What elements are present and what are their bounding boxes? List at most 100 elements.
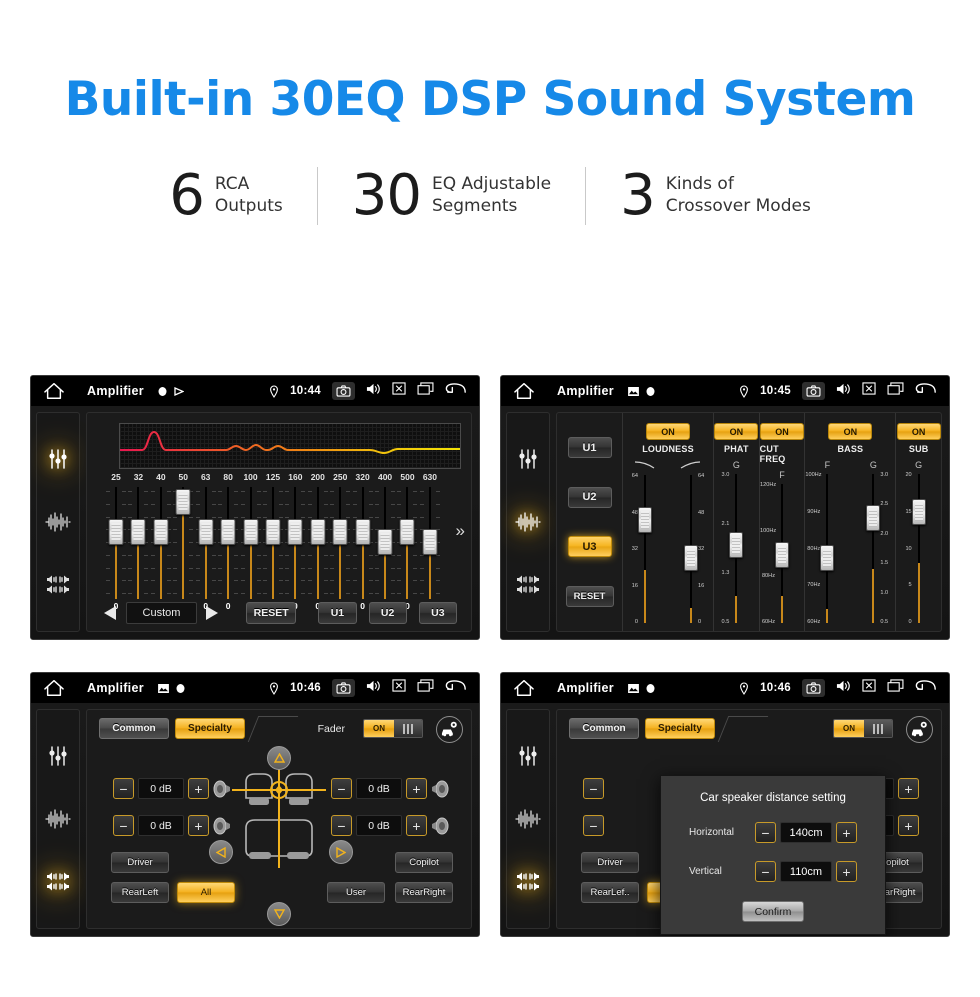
eq-band-slider[interactable] <box>284 487 306 599</box>
slider-knob[interactable] <box>220 519 236 545</box>
slider-knob[interactable] <box>287 519 303 545</box>
increment-button[interactable]: + <box>836 822 857 843</box>
slider-knob[interactable] <box>377 529 393 555</box>
slider-knob[interactable] <box>265 519 281 545</box>
group-toggle-button[interactable]: ON <box>714 423 759 440</box>
increment-button[interactable]: + <box>836 861 857 882</box>
home-icon[interactable] <box>43 381 65 401</box>
eq-band-slider[interactable] <box>352 487 374 599</box>
preset-u2-button[interactable]: U2 <box>567 486 612 508</box>
slider-knob[interactable] <box>911 499 926 525</box>
eq-band-slider[interactable] <box>105 487 127 599</box>
group-toggle-button[interactable]: ON <box>896 423 941 440</box>
eq-band-slider[interactable] <box>217 487 239 599</box>
close-box-icon[interactable] <box>392 382 406 400</box>
home-icon[interactable] <box>513 678 535 698</box>
position-rearleft-button[interactable]: RearLeft <box>111 882 169 903</box>
preset-reset-button[interactable]: RESET <box>565 585 614 607</box>
fader-toggle[interactable]: ON <box>833 719 893 738</box>
decrement-button[interactable]: − <box>583 778 604 799</box>
slider-knob[interactable] <box>775 542 789 568</box>
back-icon[interactable] <box>445 382 467 400</box>
equalizer-icon[interactable] <box>515 743 541 769</box>
eq-band-slider[interactable] <box>127 487 149 599</box>
recents-icon[interactable] <box>417 382 434 400</box>
balance-icon[interactable] <box>45 572 71 598</box>
increment-button[interactable]: + <box>406 815 427 836</box>
camera-icon[interactable] <box>332 679 355 697</box>
equalizer-icon[interactable] <box>45 743 71 769</box>
crossover-slider[interactable]: 20 15 10 5 0 <box>897 472 941 631</box>
increment-button[interactable]: + <box>188 778 209 799</box>
camera-icon[interactable] <box>802 382 825 400</box>
slider-knob[interactable] <box>310 519 326 545</box>
tab-common[interactable]: Common <box>99 718 169 739</box>
balance-icon[interactable] <box>515 869 541 895</box>
more-bands-chevron-icon[interactable]: » <box>456 521 465 541</box>
slider-knob[interactable] <box>422 529 438 555</box>
group-toggle-button[interactable]: ON <box>760 423 804 440</box>
decrement-button[interactable]: − <box>331 815 352 836</box>
increment-button[interactable]: + <box>406 778 427 799</box>
slider-knob[interactable] <box>866 505 881 531</box>
group-toggle-button[interactable]: ON <box>646 423 690 440</box>
volume-icon[interactable] <box>366 382 381 401</box>
eq-slider-bank[interactable] <box>105 487 441 599</box>
equalizer-icon[interactable] <box>515 446 541 472</box>
fader-right-button[interactable] <box>329 840 353 864</box>
recents-icon[interactable] <box>887 382 904 400</box>
tab-specialty[interactable]: Specialty <box>175 718 245 739</box>
slider-knob[interactable] <box>153 519 169 545</box>
close-box-icon[interactable] <box>862 382 876 400</box>
decrement-button[interactable]: − <box>113 778 134 799</box>
eq-band-slider[interactable] <box>150 487 172 599</box>
slider-knob[interactable] <box>638 507 652 533</box>
camera-icon[interactable] <box>332 382 355 400</box>
increment-button[interactable]: + <box>898 778 919 799</box>
position-user-button[interactable]: User <box>327 882 385 903</box>
preset-u3-button[interactable]: U3 <box>567 536 612 558</box>
home-icon[interactable] <box>513 381 535 401</box>
slider-knob[interactable] <box>729 532 744 558</box>
crossover-slider[interactable]: 120Hz 100Hz 80Hz 60Hz <box>760 482 804 631</box>
back-icon[interactable] <box>445 679 467 697</box>
preset-next-button[interactable] <box>203 603 222 623</box>
crossover-slider[interactable]: 3.0 2.5 2.0 1.5 1.0 0.5 <box>851 472 895 631</box>
slider-knob[interactable] <box>684 545 698 571</box>
back-icon[interactable] <box>915 679 937 697</box>
decrement-button[interactable]: − <box>583 815 604 836</box>
decrement-button[interactable]: − <box>755 822 776 843</box>
preset-prev-button[interactable] <box>101 603 120 623</box>
decrement-button[interactable]: − <box>331 778 352 799</box>
waveform-icon[interactable] <box>45 806 71 832</box>
tab-specialty[interactable]: Specialty <box>645 718 715 739</box>
waveform-icon[interactable] <box>45 509 71 535</box>
eq-band-slider[interactable] <box>195 487 217 599</box>
eq-band-slider[interactable] <box>262 487 284 599</box>
slider-knob[interactable] <box>355 519 371 545</box>
increment-button[interactable]: + <box>898 815 919 836</box>
increment-button[interactable]: + <box>188 815 209 836</box>
eq-band-slider[interactable] <box>172 487 194 599</box>
fader-up-button[interactable] <box>267 746 291 770</box>
waveform-icon[interactable] <box>515 509 541 535</box>
crossover-slider[interactable]: 64 48 32 16 0 <box>669 473 713 631</box>
car-seat-diagram[interactable] <box>224 748 334 898</box>
crossover-slider[interactable]: 64 48 32 16 0 <box>623 473 667 631</box>
eq-band-slider[interactable] <box>240 487 262 599</box>
volume-icon[interactable] <box>836 382 851 401</box>
volume-icon[interactable] <box>836 679 851 698</box>
position-driver-button[interactable]: Driver <box>111 852 169 873</box>
slider-knob[interactable] <box>175 489 191 515</box>
slider-knob[interactable] <box>108 519 124 545</box>
fader-toggle[interactable]: ON <box>363 719 423 738</box>
equalizer-icon[interactable] <box>45 446 71 472</box>
position-rearleft-button[interactable]: RearLef.. <box>581 882 639 903</box>
decrement-button[interactable]: − <box>113 815 134 836</box>
position-rearright-button[interactable]: RearRight <box>395 882 453 903</box>
eq-band-slider[interactable] <box>307 487 329 599</box>
tab-common[interactable]: Common <box>569 718 639 739</box>
eq-band-slider[interactable] <box>329 487 351 599</box>
eq-preset-u3-button[interactable]: U3 <box>418 602 457 624</box>
slider-knob[interactable] <box>198 519 214 545</box>
